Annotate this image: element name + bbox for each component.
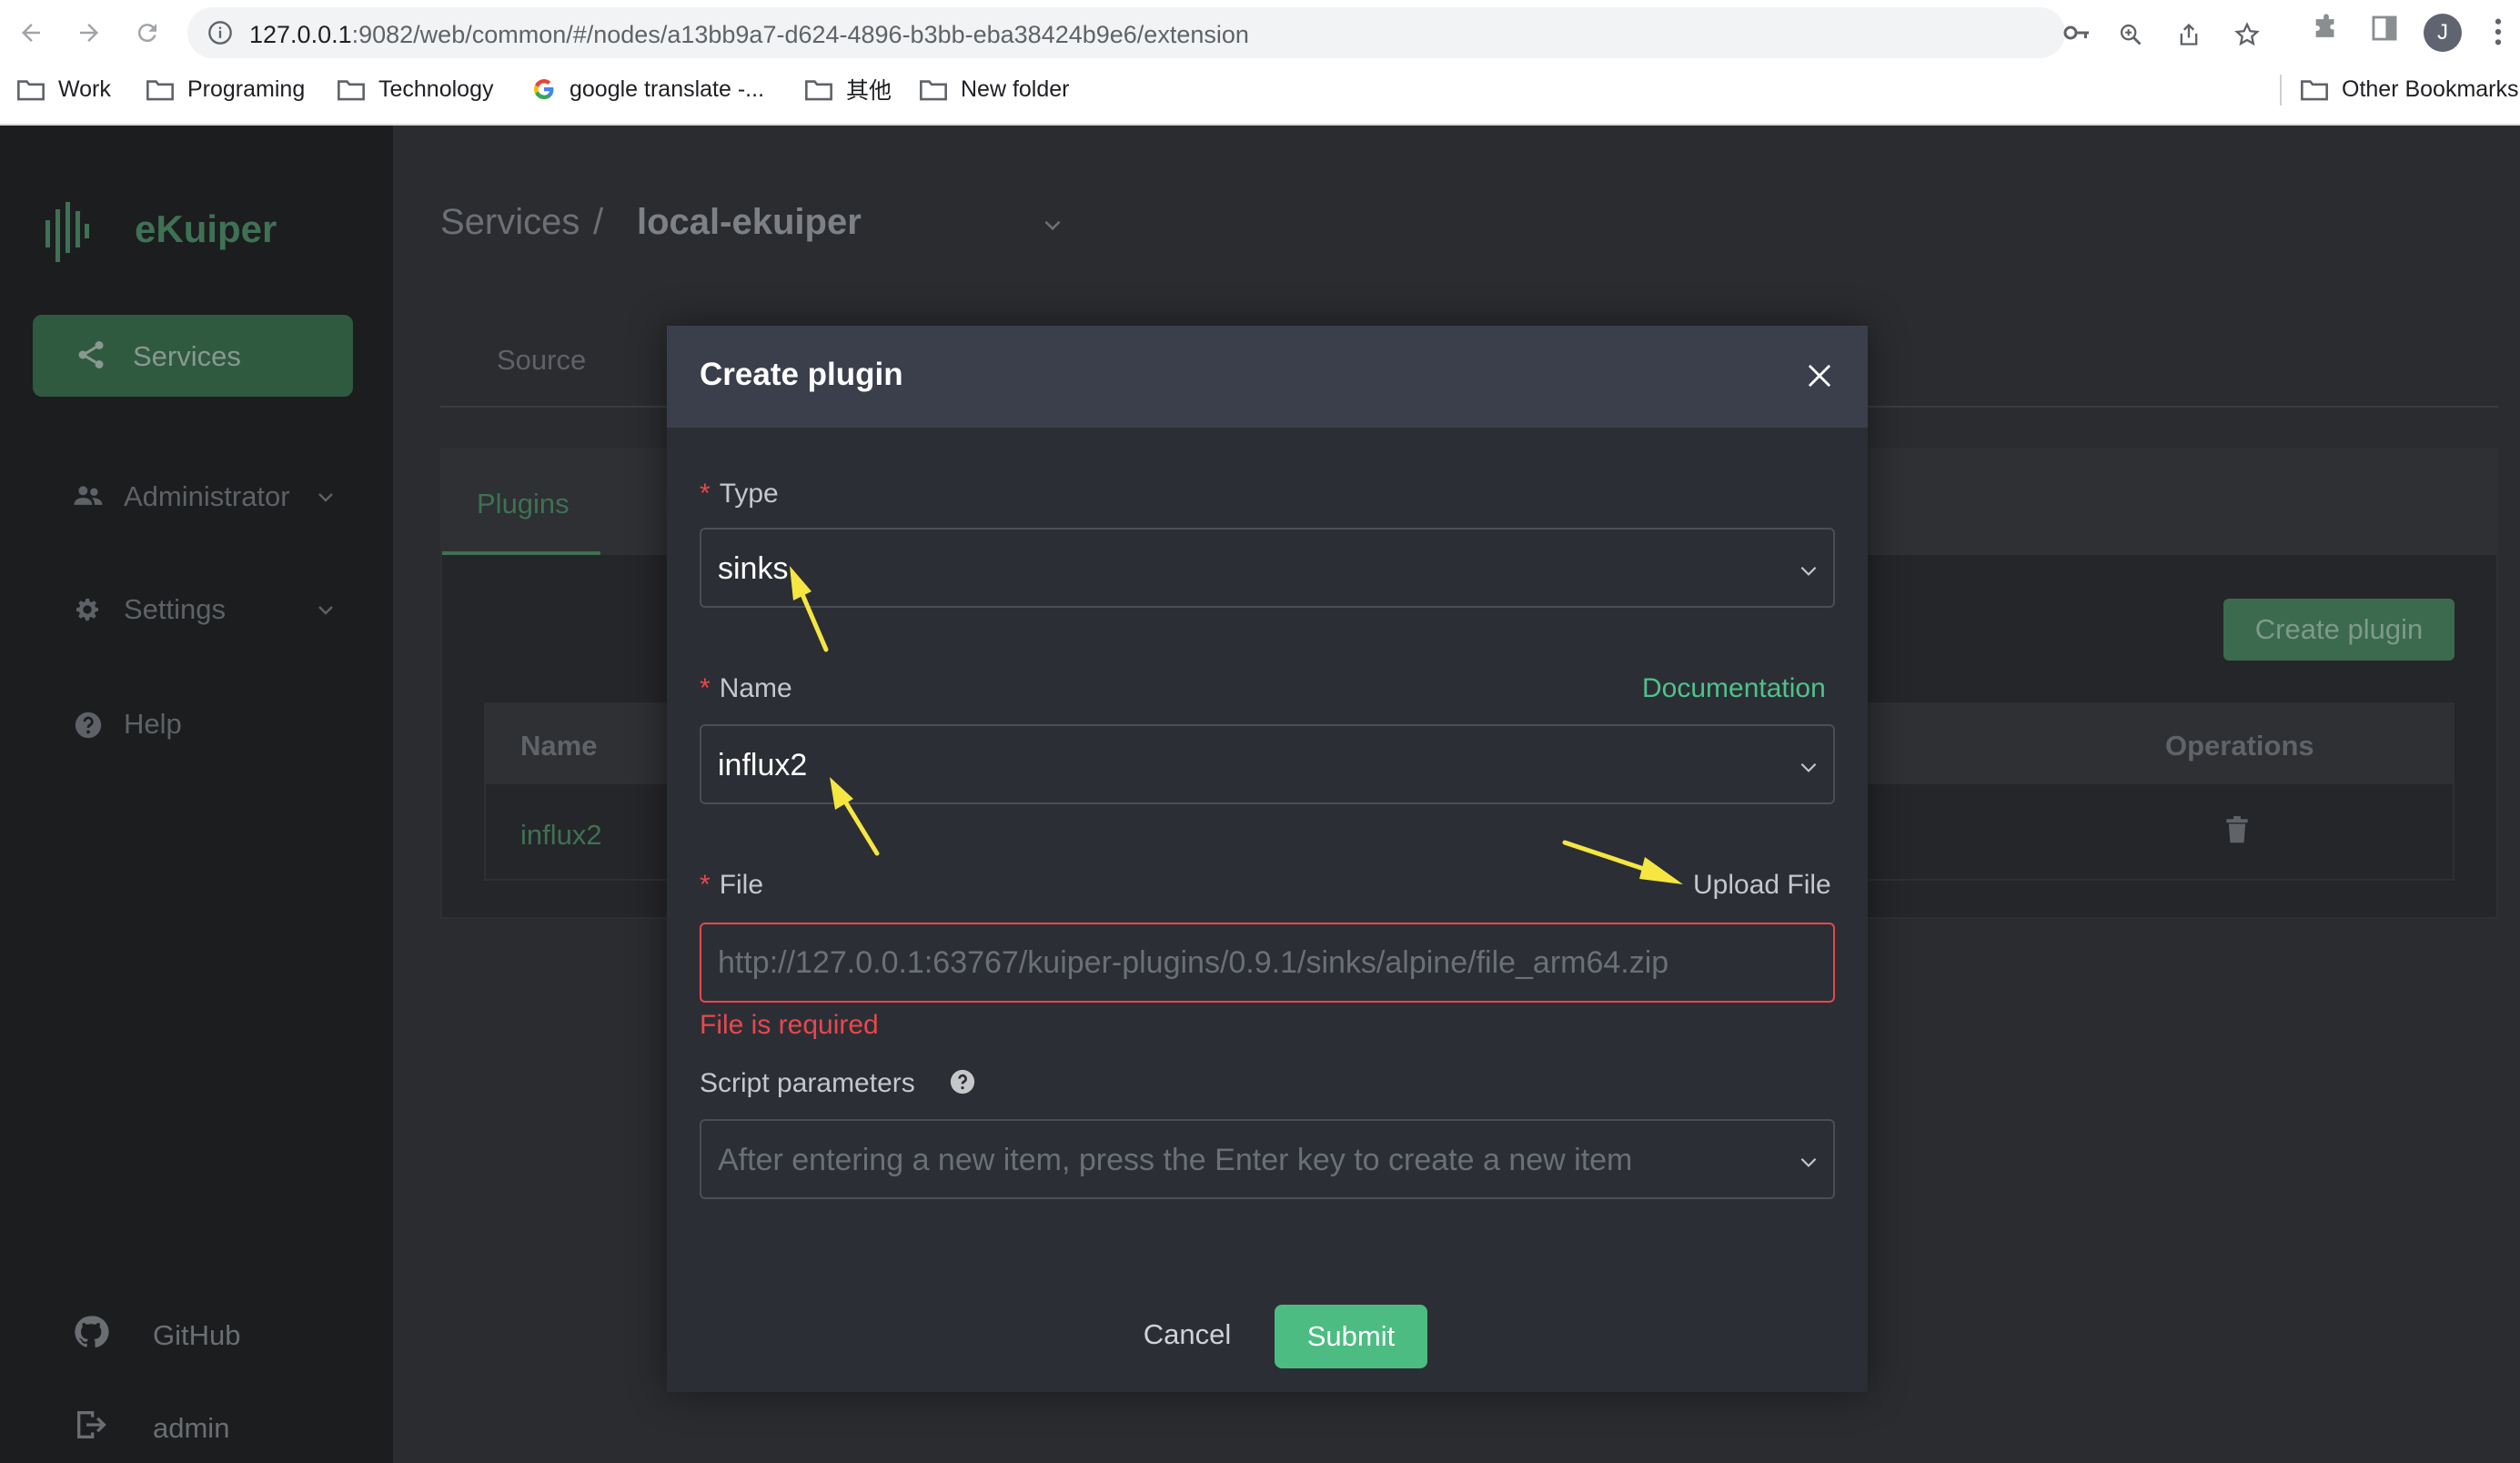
bookmark-google-translate[interactable]: google translate -...: [531, 73, 764, 106]
logout-icon: [77, 1411, 106, 1438]
share-nodes-icon: [78, 341, 104, 368]
share-icon[interactable]: [2176, 22, 2202, 47]
sidebar: eKuiper Services Administrator Settings …: [0, 126, 393, 1463]
sidebar-item-help[interactable]: Help: [33, 697, 353, 752]
bookmark-separator: [2280, 75, 2282, 106]
file-label: * File: [700, 870, 764, 900]
file-url-field: [700, 923, 1835, 1003]
folder-icon: [146, 80, 174, 101]
sidebar-item-settings[interactable]: Settings: [33, 582, 353, 637]
menu-dots-icon[interactable]: [2493, 16, 2504, 47]
browser-chrome: 127.0.0.1:9082/web/common/#/nodes/a13bb9…: [0, 0, 2520, 124]
bookmark-other-bookmarks[interactable]: Other Bookmarks: [2300, 73, 2519, 106]
annotation-arrow-icon: [1562, 840, 1683, 884]
dialog-title: Create plugin: [700, 357, 903, 392]
bookmark-technology[interactable]: Technology: [337, 73, 493, 106]
address-bar[interactable]: 127.0.0.1:9082/web/common/#/nodes/a13bb9…: [187, 7, 2260, 58]
sidebar-item-services[interactable]: Services: [33, 315, 353, 397]
cancel-button[interactable]: Cancel: [1125, 1305, 1249, 1365]
question-circle-icon[interactable]: [949, 1068, 976, 1095]
profile-avatar[interactable]: J: [2424, 14, 2462, 52]
create-plugin-button[interactable]: Create plugin: [2223, 599, 2454, 661]
folder-icon: [920, 80, 947, 101]
bookmark-other-cn[interactable]: 其他: [804, 73, 892, 106]
name-select-value: influx2: [718, 748, 808, 782]
folder-icon: [338, 80, 365, 101]
submit-button[interactable]: Submit: [1275, 1305, 1427, 1368]
sidebar-item-administrator[interactable]: Administrator: [33, 469, 353, 524]
chevron-down-icon: [318, 606, 333, 615]
script-parameters-label: Script parameters: [700, 1068, 915, 1098]
file-error-message: File is required: [700, 1010, 879, 1040]
breadcrumb-services[interactable]: Services: [440, 202, 580, 243]
file-url-input[interactable]: [716, 924, 1817, 1001]
bookmark-work[interactable]: Work: [16, 73, 111, 106]
github-icon: [75, 1316, 109, 1348]
key-icon[interactable]: [2063, 22, 2091, 44]
required-mark: *: [700, 479, 711, 509]
chevron-down-icon: [1800, 762, 1817, 772]
back-button[interactable]: [13, 15, 49, 51]
annotation-arrow-icon: [830, 777, 880, 856]
bookmark-programing[interactable]: Programing: [146, 73, 305, 106]
zoom-icon[interactable]: [2118, 22, 2143, 47]
type-label: * Type: [700, 479, 779, 509]
google-icon: [533, 79, 554, 100]
name-label: * Name: [700, 673, 792, 703]
documentation-link[interactable]: Documentation: [1642, 673, 1826, 704]
type-select[interactable]: sinks: [700, 528, 1835, 608]
script-parameters-placeholder: After entering a new item, press the Ent…: [718, 1143, 1633, 1177]
subtab-active-indicator: [442, 551, 600, 555]
users-icon: [74, 486, 103, 505]
required-mark: *: [700, 870, 711, 900]
side-panel-icon[interactable]: [2369, 13, 2400, 44]
forward-button[interactable]: [71, 15, 107, 51]
chevron-down-icon: [1800, 566, 1817, 576]
column-header-operations: Operations: [2165, 730, 2314, 762]
bookmark-new-folder[interactable]: New folder: [919, 73, 1070, 106]
folder-icon: [17, 80, 45, 101]
info-icon: [208, 21, 232, 45]
reload-icon: [137, 24, 156, 43]
chevron-down-icon: [1800, 1157, 1817, 1167]
chevron-down-icon: [318, 493, 333, 502]
folder-icon: [2301, 80, 2328, 101]
close-icon[interactable]: [1802, 358, 1837, 393]
trash-icon[interactable]: [2225, 815, 2249, 844]
forward-arrow-icon: [80, 24, 98, 42]
ekuiper-logo-icon: [45, 202, 89, 262]
upload-file-link[interactable]: Upload File: [1693, 870, 1831, 901]
folder-icon: [805, 80, 832, 101]
script-parameters-select[interactable]: After entering a new item, press the Ent…: [700, 1119, 1835, 1199]
breadcrumb-node-name: local-ekuiper: [637, 202, 862, 242]
url-text: 127.0.0.1:9082/web/common/#/nodes/a13bb9…: [249, 21, 1249, 48]
breadcrumb-separator: /: [593, 202, 604, 242]
required-mark: *: [700, 673, 711, 703]
help-circle-icon: [75, 711, 102, 739]
tab-source[interactable]: Source: [497, 344, 586, 377]
gear-icon: [76, 598, 98, 621]
star-icon[interactable]: [2234, 22, 2260, 47]
annotation-arrow-icon: [790, 566, 829, 652]
column-header-name: Name: [520, 730, 598, 762]
back-arrow-icon: [22, 24, 40, 42]
type-select-value: sinks: [718, 551, 789, 586]
table-row-plugin-name[interactable]: influx2: [520, 819, 602, 852]
app-name: eKuiper: [135, 207, 277, 250]
dialog-header: Create plugin: [667, 326, 1868, 428]
extensions-icon[interactable]: [2311, 13, 2342, 44]
reload-button[interactable]: [129, 15, 166, 51]
node-dropdown-chevron-icon[interactable]: [1041, 213, 1064, 237]
subtab-plugins[interactable]: Plugins: [477, 488, 570, 520]
